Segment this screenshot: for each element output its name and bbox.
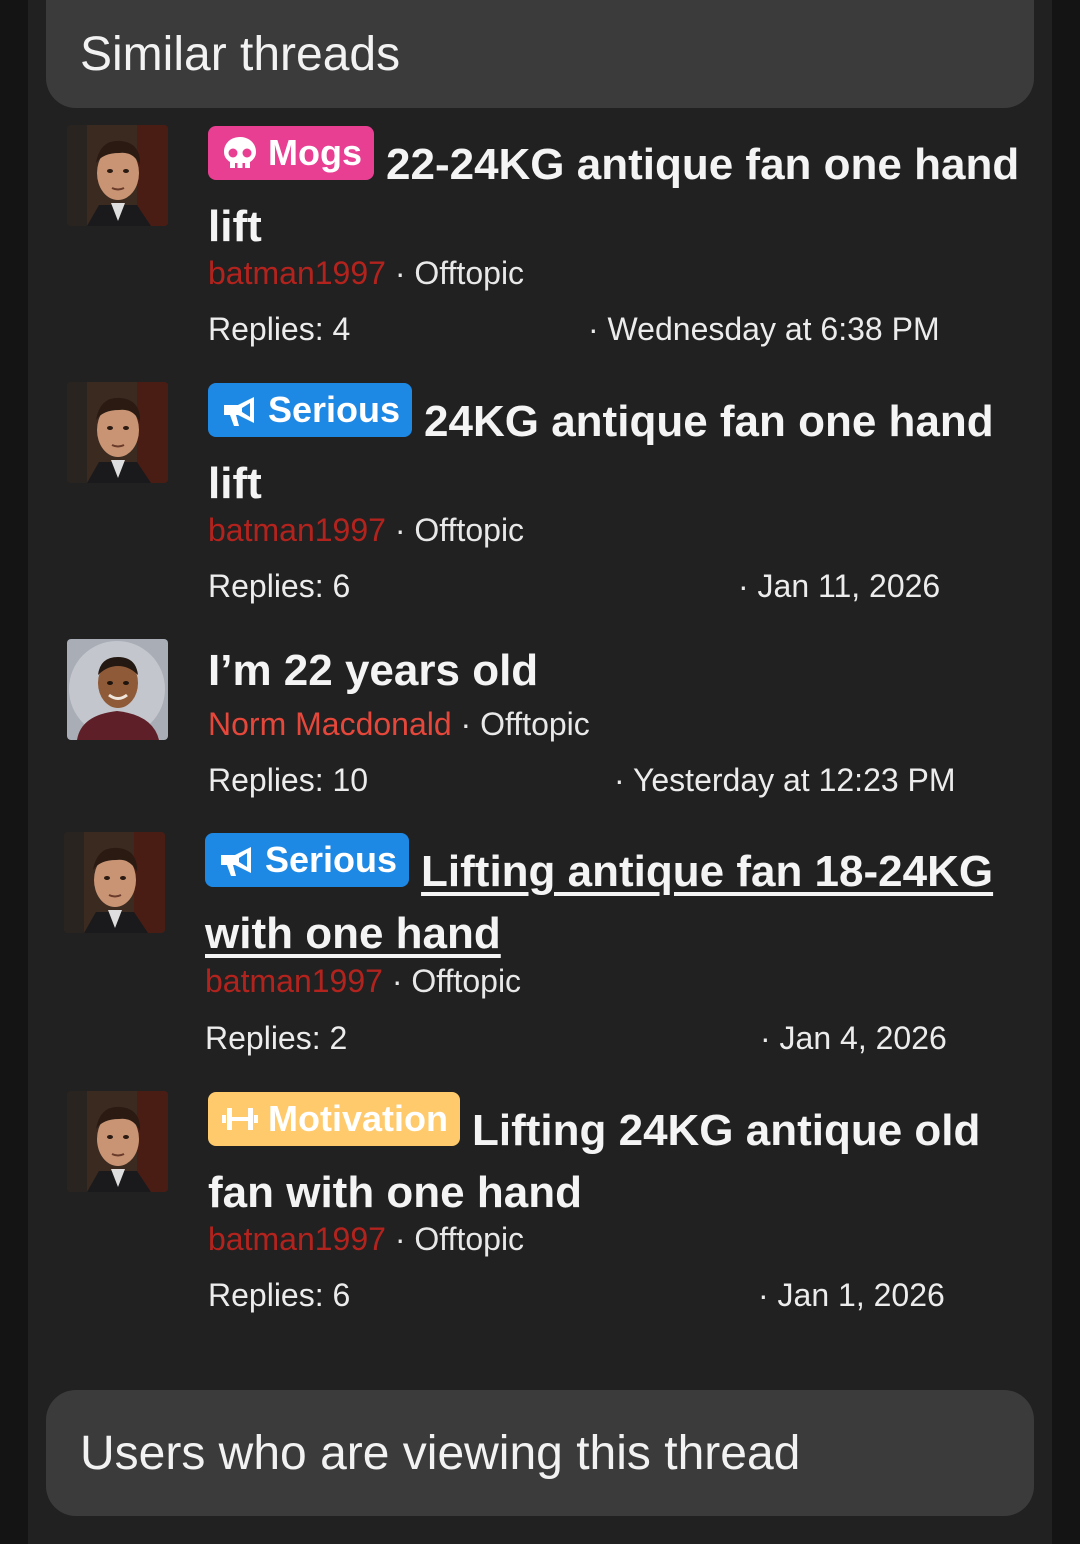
thread-date[interactable]: · Jan 1, 2026 <box>758 1277 945 1314</box>
thread-meta: batman1997 · Offtopic <box>208 512 524 549</box>
title-text[interactable]: I’m 22 years old <box>208 646 538 695</box>
reply-count: Replies: 2 <box>205 1020 348 1056</box>
avatar[interactable] <box>67 125 168 226</box>
thread-date[interactable]: · Jan 4, 2026 <box>760 1020 947 1057</box>
label-text: Serious <box>268 389 401 430</box>
author-link[interactable]: batman1997 <box>205 963 383 999</box>
separator: · <box>391 963 403 999</box>
forum-link[interactable]: Offtopic <box>411 963 521 999</box>
megaphone-icon <box>224 397 254 426</box>
thread-date[interactable]: · Wednesday at 6:38 PM <box>588 311 940 348</box>
reply-count: Replies: 6 <box>208 568 351 604</box>
separator: · <box>394 512 406 548</box>
thread-title[interactable]: Mogs 22-24KG antique fan one hand lift <box>208 126 1028 258</box>
prefix-label-serious[interactable]: Serious <box>205 833 410 887</box>
thread-meta: batman1997 · Offtopic <box>208 1221 524 1258</box>
reply-count: Replies: 6 <box>208 1277 351 1313</box>
thread-date[interactable]: · Yesterday at 12:23 PM <box>614 762 956 799</box>
dumbbell-icon <box>222 1108 258 1130</box>
label-text: Motivation <box>268 1098 448 1139</box>
similar-threads-heading: Similar threads <box>46 0 1034 108</box>
author-link[interactable]: batman1997 <box>208 512 386 548</box>
author-link[interactable]: batman1997 <box>208 255 386 291</box>
label-text: Mogs <box>268 132 362 173</box>
avatar[interactable] <box>67 1091 168 1192</box>
thread-meta: batman1997 · Offtopic <box>208 255 524 292</box>
forum-link[interactable]: Offtopic <box>414 512 524 548</box>
skull-icon <box>224 137 256 168</box>
thread-meta: batman1997 · Offtopic <box>205 963 521 1000</box>
author-link[interactable]: Norm Macdonald <box>208 706 452 742</box>
thread-meta: Norm Macdonald · Offtopic <box>208 706 590 743</box>
forum-link[interactable]: Offtopic <box>414 255 524 291</box>
separator: · <box>394 255 406 291</box>
viewers-heading: Users who are viewing this thread <box>46 1390 1034 1516</box>
label-text: Serious <box>265 839 398 880</box>
prefix-label-mogs[interactable]: Mogs <box>208 126 374 180</box>
thread-title[interactable]: Motivation Lifting 24KG antique old fan … <box>208 1092 1028 1224</box>
reply-count: Replies: 10 <box>208 762 369 798</box>
avatar[interactable] <box>67 382 168 483</box>
author-link[interactable]: batman1997 <box>208 1221 386 1257</box>
thread-date[interactable]: · Jan 11, 2026 <box>738 568 940 605</box>
megaphone-icon <box>221 847 251 876</box>
thread-title[interactable]: Serious Lifting antique fan 18-24KG with… <box>205 833 1025 965</box>
separator: · <box>394 1221 406 1257</box>
separator: · <box>460 706 472 742</box>
forum-link[interactable]: Offtopic <box>414 1221 524 1257</box>
forum-link[interactable]: Offtopic <box>480 706 590 742</box>
prefix-label-serious[interactable]: Serious <box>208 383 413 437</box>
thread-title[interactable]: Serious 24KG antique fan one hand lift <box>208 383 1028 515</box>
avatar[interactable] <box>64 832 165 933</box>
reply-count: Replies: 4 <box>208 311 351 347</box>
avatar[interactable] <box>67 639 168 740</box>
thread-title[interactable]: I’m 22 years old <box>208 640 1028 702</box>
prefix-label-motivation[interactable]: Motivation <box>208 1092 460 1146</box>
